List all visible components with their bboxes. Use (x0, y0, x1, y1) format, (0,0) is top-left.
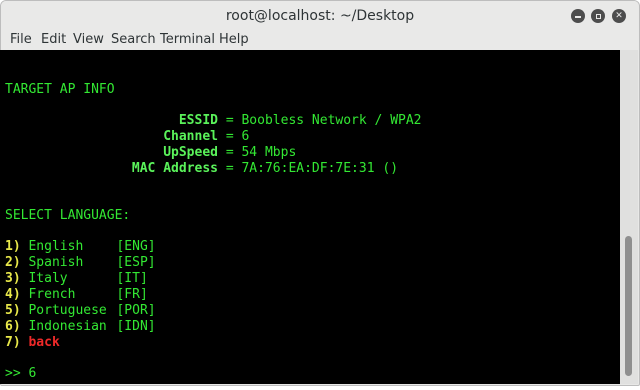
language-option[interactable]: 1) English [ENG] (5, 239, 156, 255)
back-option[interactable]: 7) back (5, 335, 60, 351)
ap-info-row: ESSID = Boobless Network / WPA2 (5, 113, 422, 129)
option-name: Indonesian (28, 319, 107, 334)
menu-view[interactable]: View (73, 32, 104, 47)
language-option[interactable]: 5) Portuguese [POR] (5, 303, 156, 319)
option-number: 4) (5, 287, 21, 302)
section-select-language: SELECT LANGUAGE: (5, 208, 131, 223)
option-number: 3) (5, 271, 21, 286)
ap-info-label: MAC Address (131, 161, 218, 176)
ap-info-label: ESSID (178, 113, 218, 128)
menu-terminal[interactable]: Terminal (160, 32, 215, 47)
ap-info-label: Channel (163, 129, 218, 144)
scrollbar[interactable] (620, 50, 638, 384)
minimize-icon (575, 16, 581, 18)
menu-file[interactable]: File (10, 32, 32, 47)
option-code: [ESP] (116, 255, 156, 270)
section-target-ap-info: TARGET AP INFO (5, 82, 115, 97)
option-code: [ENG] (116, 239, 156, 254)
ap-info-value: 7A:76:EA:DF:7E:31 () (241, 161, 399, 176)
title-bar[interactable]: root@localhost: ~/Desktop ✕ (1, 1, 639, 31)
back-label: back (28, 335, 60, 350)
option-code: [IDN] (116, 319, 156, 334)
ap-info-value: 54 Mbps (241, 145, 297, 160)
input-prompt-line[interactable]: >> 6 (5, 366, 36, 382)
option-name: French (28, 287, 76, 302)
language-option[interactable]: 2) Spanish [ESP] (5, 255, 156, 271)
minimize-button[interactable] (571, 9, 585, 23)
option-name: Italy (28, 271, 68, 286)
ap-info-row: MAC Address = 7A:76:EA:DF:7E:31 () (5, 161, 398, 177)
option-number: 6) (5, 319, 21, 334)
ap-info-label: UpSpeed (163, 145, 218, 160)
ap-info-value: 6 (241, 129, 250, 144)
scrollbar-thumb[interactable] (625, 236, 632, 376)
menu-help[interactable]: Help (219, 32, 249, 47)
terminal-output[interactable]: TARGET AP INFO ESSID = Boobless Network … (0, 50, 620, 384)
option-code: [IT] (116, 271, 148, 286)
menu-edit[interactable]: Edit (41, 32, 66, 47)
close-icon: ✕ (615, 11, 623, 21)
option-number: 7) (5, 335, 21, 350)
option-name: Spanish (28, 255, 84, 270)
ap-info-row: UpSpeed = 54 Mbps (5, 145, 296, 161)
option-number: 1) (5, 239, 21, 254)
language-option[interactable]: 6) Indonesian [IDN] (5, 319, 156, 335)
option-code: [FR] (116, 287, 148, 302)
ap-info-value: Boobless Network / WPA2 (241, 113, 422, 128)
maximize-icon (595, 13, 601, 19)
close-button[interactable]: ✕ (612, 9, 626, 23)
option-name: English (28, 239, 84, 254)
language-option[interactable]: 4) French [FR] (5, 287, 148, 303)
option-number: 5) (5, 303, 21, 318)
prompt-symbol: >> (5, 366, 21, 381)
option-number: 2) (5, 255, 21, 270)
option-code: [POR] (116, 303, 156, 318)
menu-bar: File Edit View Search Terminal Help (1, 31, 639, 51)
user-input[interactable]: 6 (28, 366, 36, 381)
language-option[interactable]: 3) Italy [IT] (5, 271, 148, 287)
ap-info-row: Channel = 6 (5, 129, 249, 145)
menu-search[interactable]: Search (111, 32, 156, 47)
maximize-button[interactable] (591, 9, 605, 23)
window-title: root@localhost: ~/Desktop (225, 8, 415, 24)
option-name: Portuguese (28, 303, 107, 318)
